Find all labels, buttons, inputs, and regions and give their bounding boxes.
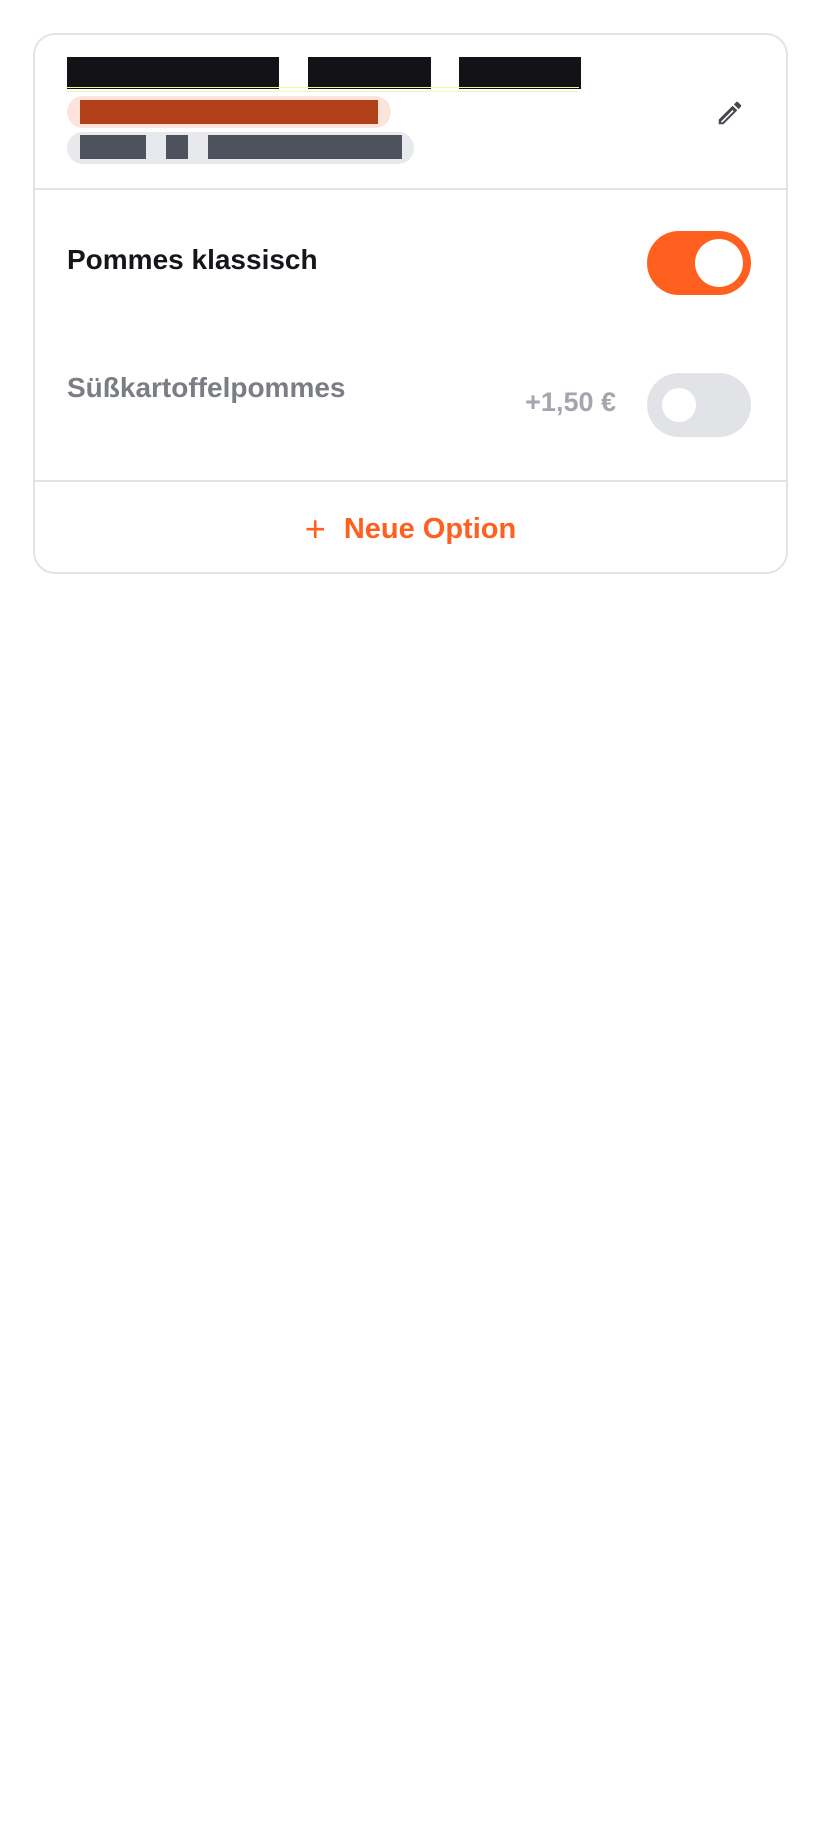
option-label: Pommes klassisch bbox=[67, 244, 318, 275]
redacted-info-badge bbox=[67, 132, 414, 164]
title-underline bbox=[67, 87, 579, 92]
redacted-badge-text bbox=[208, 135, 402, 159]
plus-icon: + bbox=[304, 507, 326, 549]
option-price: +1,50 € bbox=[525, 387, 616, 417]
option-group-card: Pommes klassisch Süßkartoffelpommes +1,5… bbox=[33, 33, 788, 574]
toggle-knob bbox=[695, 239, 743, 287]
toggle-knob bbox=[662, 388, 696, 422]
redacted-badge-text bbox=[80, 100, 378, 124]
redacted-selection-badge bbox=[67, 96, 391, 128]
option-group-header bbox=[35, 35, 786, 190]
option-row: Süßkartoffelpommes +1,50 € bbox=[35, 335, 786, 482]
option-row: Pommes klassisch bbox=[35, 190, 786, 335]
option-toggle-off[interactable] bbox=[647, 373, 751, 437]
pencil-icon bbox=[718, 101, 742, 125]
option-label: Süßkartoffelpommes bbox=[67, 372, 346, 403]
option-toggle-on[interactable] bbox=[647, 231, 751, 295]
edit-group-button[interactable] bbox=[707, 90, 753, 136]
redacted-group-title bbox=[67, 57, 279, 89]
add-option-label: Neue Option bbox=[343, 513, 517, 545]
redacted-group-title bbox=[459, 57, 581, 89]
redacted-badge-text bbox=[80, 135, 146, 159]
add-option-button[interactable]: + Neue Option bbox=[35, 483, 786, 572]
redacted-group-title bbox=[308, 57, 431, 89]
redacted-badge-text bbox=[166, 135, 188, 159]
